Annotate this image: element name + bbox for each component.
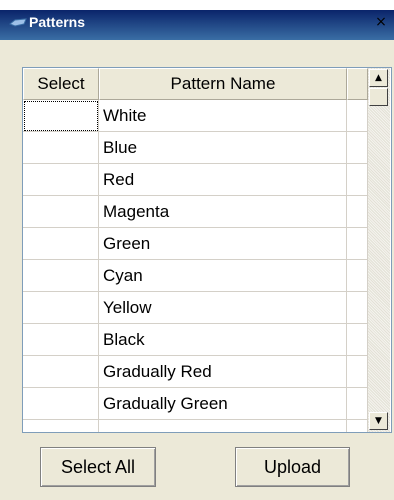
- table-row-partial[interactable]: [23, 420, 368, 432]
- select-cell[interactable]: [23, 388, 99, 420]
- select-cell[interactable]: [23, 292, 99, 324]
- blank-cell: [347, 388, 368, 420]
- blank-cell: [347, 132, 368, 164]
- table-row[interactable]: Yellow: [23, 292, 368, 324]
- patterns-grid[interactable]: Select Pattern Name White Blue Red Magen…: [22, 67, 392, 433]
- pattern-name-cell[interactable]: Gradually Green: [99, 388, 347, 420]
- select-cell[interactable]: [23, 164, 99, 196]
- select-cell[interactable]: [23, 100, 99, 132]
- select-cell[interactable]: [23, 356, 99, 388]
- table-row[interactable]: Gradually Green: [23, 388, 368, 420]
- select-cell[interactable]: [23, 228, 99, 260]
- grid-header: Select Pattern Name: [23, 68, 368, 100]
- blank-cell: [347, 164, 368, 196]
- pattern-name-cell[interactable]: Gradually Red: [99, 356, 347, 388]
- close-icon[interactable]: ×: [373, 14, 389, 30]
- patterns-window: Patterns × Select Pattern Name White Blu…: [0, 0, 394, 500]
- column-header-select[interactable]: Select: [23, 68, 99, 100]
- table-row[interactable]: Red: [23, 164, 368, 196]
- select-all-button[interactable]: Select All: [40, 447, 156, 487]
- upload-button[interactable]: Upload: [235, 447, 350, 487]
- blank-cell: [347, 420, 368, 432]
- pattern-name-cell[interactable]: Red: [99, 164, 347, 196]
- select-cell[interactable]: [23, 132, 99, 164]
- table-row[interactable]: White: [23, 100, 368, 132]
- select-cell[interactable]: [23, 324, 99, 356]
- title-app-icon: [9, 16, 27, 28]
- pattern-name-cell[interactable]: Blue: [99, 132, 347, 164]
- table-row[interactable]: Gradually Red: [23, 356, 368, 388]
- scroll-down-icon[interactable]: ▼: [369, 412, 388, 430]
- table-row[interactable]: Black: [23, 324, 368, 356]
- blank-cell: [347, 196, 368, 228]
- blank-cell: [347, 324, 368, 356]
- blank-cell: [347, 260, 368, 292]
- table-row[interactable]: Green: [23, 228, 368, 260]
- pattern-name-cell[interactable]: Green: [99, 228, 347, 260]
- table-row[interactable]: Cyan: [23, 260, 368, 292]
- pattern-name-cell[interactable]: Yellow: [99, 292, 347, 324]
- scroll-up-icon[interactable]: ▲: [369, 69, 388, 87]
- pattern-name-cell[interactable]: Cyan: [99, 260, 347, 292]
- scroll-thumb[interactable]: [369, 88, 388, 106]
- select-cell[interactable]: [23, 260, 99, 292]
- pattern-name-cell[interactable]: Magenta: [99, 196, 347, 228]
- select-cell[interactable]: [23, 196, 99, 228]
- pattern-name-cell[interactable]: [99, 420, 347, 432]
- vertical-scrollbar[interactable]: ▲ ▼: [368, 68, 390, 432]
- select-cell[interactable]: [23, 420, 99, 432]
- window-title: Patterns: [29, 14, 86, 30]
- pattern-name-cell[interactable]: Black: [99, 324, 347, 356]
- table-row[interactable]: Magenta: [23, 196, 368, 228]
- title-bar[interactable]: Patterns ×: [0, 0, 394, 40]
- blank-cell: [347, 356, 368, 388]
- blank-cell: [347, 228, 368, 260]
- blank-cell: [347, 100, 368, 132]
- column-header-blank: [347, 68, 368, 100]
- blank-cell: [347, 292, 368, 324]
- pattern-name-cell[interactable]: White: [99, 100, 347, 132]
- table-row[interactable]: Blue: [23, 132, 368, 164]
- column-header-pattern-name[interactable]: Pattern Name: [99, 68, 347, 100]
